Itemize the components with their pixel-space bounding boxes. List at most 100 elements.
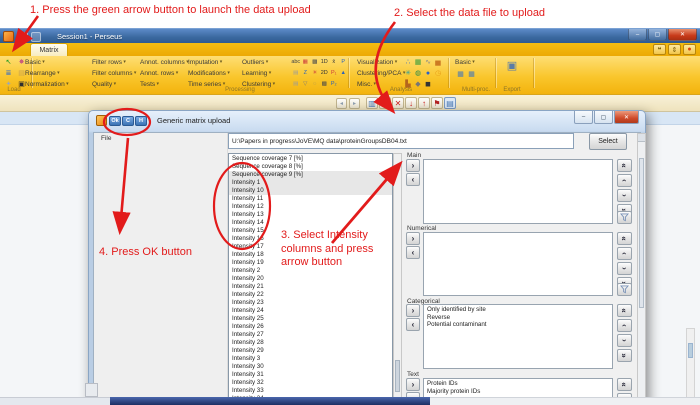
columns-scrollbar[interactable] [393, 153, 402, 405]
categorical-move-up-icon[interactable] [617, 319, 632, 332]
profile-plot-icon[interactable]: ∿ [423, 57, 433, 68]
column-list-item[interactable]: Intensity 29 [229, 347, 392, 355]
ribbon-dropdown[interactable]: Filter columns [92, 68, 140, 79]
ribbon-dropdown[interactable]: Filter rows [92, 57, 140, 68]
resize-ribbon-icon[interactable]: ⇕ [668, 44, 681, 55]
column-list-item[interactable]: Sequence coverage 7 [%] [229, 155, 392, 163]
file-path-input[interactable] [228, 133, 574, 149]
bar-chart-icon[interactable]: ▅ [433, 57, 443, 68]
file-menu[interactable]: File [101, 135, 111, 142]
ribbon-dropdown[interactable]: Modifications [188, 68, 242, 79]
categorical-move-top-icon[interactable] [617, 304, 632, 317]
main-filter-icon[interactable] [617, 211, 632, 224]
column-list-item[interactable]: Sequence coverage 8 [%] [229, 163, 392, 171]
text-add-arrow-button[interactable] [406, 378, 420, 391]
panel-item[interactable]: Only identified by site [424, 306, 612, 314]
abc-annot-icon[interactable]: abc [291, 57, 301, 68]
pathway-icon[interactable]: ◆ [413, 79, 423, 90]
column-list-item[interactable]: Intensity 10 [229, 187, 392, 195]
categorical-move-down-icon[interactable] [617, 334, 632, 347]
numerical-filter-icon[interactable] [617, 283, 632, 296]
move-down-icon[interactable]: ↓ [405, 97, 417, 109]
column-list-item[interactable]: Intensity 12 [229, 203, 392, 211]
main-move-down-icon[interactable] [617, 189, 632, 202]
column-list-item[interactable]: Intensity 33 [229, 387, 392, 395]
numerical-add-arrow-button[interactable] [406, 232, 420, 245]
column-list-item[interactable]: Intensity 27 [229, 331, 392, 339]
perseus-app-icon[interactable] [3, 31, 14, 42]
ribbon-dropdown[interactable]: Visualization [357, 57, 405, 68]
minimize-icon[interactable] [628, 29, 647, 41]
tab-matrix[interactable]: Matrix [30, 43, 68, 56]
column-list-item[interactable]: Sequence coverage 9 [%] [229, 171, 392, 179]
dialog-minimize-icon[interactable] [574, 111, 593, 124]
categorical-remove-arrow-button[interactable] [406, 318, 420, 331]
p-value-icon[interactable]: P [339, 57, 349, 68]
close-icon[interactable] [668, 29, 697, 41]
dark-block-icon[interactable]: ◼ [423, 79, 433, 90]
column-list-item[interactable]: Intensity 20 [229, 275, 392, 283]
numerical-move-up-icon[interactable] [617, 247, 632, 260]
ribbon-dropdown[interactable]: Learning [242, 68, 298, 79]
main-add-arrow-button[interactable] [406, 159, 420, 172]
generic-matrix-upload-icon[interactable]: ↖ [2, 57, 15, 68]
multi-grid-2-icon[interactable]: ▦ [466, 69, 477, 80]
column-list-item[interactable]: Intensity 23 [229, 299, 392, 307]
mean-icon[interactable]: x̄ [329, 57, 339, 68]
panel-item[interactable]: Potential contaminant [424, 321, 612, 329]
pan-hand-icon[interactable]: ✱ [379, 97, 391, 109]
scatter-plot-icon[interactable]: ∴ [403, 57, 413, 68]
z-score-icon[interactable]: Z [301, 68, 311, 79]
perseus-mini-icon[interactable]: ● [683, 44, 696, 55]
column-list-item[interactable]: Intensity 31 [229, 371, 392, 379]
column-list-item[interactable]: Intensity 32 [229, 379, 392, 387]
ribbon-dropdown[interactable]: Rearrange [25, 68, 92, 79]
numerical-move-top-icon[interactable] [617, 232, 632, 245]
categorical-move-bottom-icon[interactable] [617, 349, 632, 362]
ribbon-dropdown[interactable]: Basic [25, 57, 92, 68]
categorical-box[interactable]: Only identified by siteReversePotential … [423, 304, 613, 369]
ribbon-dropdown[interactable]: Quality [92, 79, 140, 90]
column-list-item[interactable]: Intensity 24 [229, 307, 392, 315]
dialog-scrollbar[interactable] [637, 133, 646, 405]
heatmap-small-icon[interactable]: ▦ [301, 57, 311, 68]
delete-row-icon[interactable]: ✕ [392, 97, 404, 109]
network-teal-icon[interactable]: ✳ [403, 68, 413, 79]
panel-item[interactable]: Reverse [424, 314, 612, 322]
select-button[interactable]: Select [589, 133, 627, 150]
pin-red-icon[interactable]: ⚑ [431, 97, 443, 109]
move-up-icon[interactable]: ↑ [418, 97, 430, 109]
ribbon-dropdown[interactable]: Imputation [188, 57, 242, 68]
table-edit-icon[interactable]: ▥ [366, 97, 378, 109]
dialog-ok-cancel-help-button[interactable]: H [135, 116, 147, 126]
panel-item[interactable]: Protein IDs [424, 380, 612, 388]
ribbon-dropdown[interactable]: Annot. columns [140, 57, 188, 68]
two-d-icon[interactable]: 2D [320, 68, 330, 79]
heatmap-green-icon[interactable]: ▦ [413, 57, 423, 68]
scrollbar-thumb[interactable] [395, 360, 400, 392]
numerical-box[interactable] [423, 232, 613, 296]
column-list-item[interactable]: Intensity 30 [229, 363, 392, 371]
list-rows-icon[interactable]: ≣ [2, 68, 15, 79]
doc-gray2-icon[interactable]: ▤ [291, 79, 301, 90]
funnel-small-icon[interactable]: ▽ [301, 79, 311, 90]
taskbar-window-button[interactable] [110, 397, 430, 405]
one-d-icon[interactable]: 1D [320, 57, 330, 68]
numerical-remove-arrow-button[interactable] [406, 246, 420, 259]
globe-icon[interactable]: ◍ [413, 68, 423, 79]
column-list-item[interactable]: Intensity 1 [229, 179, 392, 187]
column-list-item[interactable]: Intensity 26 [229, 323, 392, 331]
column-list-item[interactable]: Intensity 14 [229, 219, 392, 227]
grid-dark-icon[interactable]: ▩ [310, 57, 320, 68]
ribbon-dropdown[interactable]: Basic [455, 57, 475, 68]
ribbon-dropdown[interactable]: Annot. rows [140, 68, 188, 79]
maximize-icon[interactable] [648, 29, 667, 41]
feedback-icon[interactable]: ❝ [653, 44, 666, 55]
ribbon-dropdown[interactable]: Clustering/PCA [357, 68, 405, 79]
column-list-item[interactable]: Intensity 3 [229, 355, 392, 363]
p2-blue-icon[interactable]: P₂ [329, 79, 339, 90]
ribbon-dropdown[interactable]: Outliers [242, 57, 298, 68]
dialog-maximize-icon[interactable] [594, 111, 613, 124]
network-red-icon[interactable]: ✳ [310, 68, 320, 79]
doc-gray-icon[interactable]: ▤ [291, 68, 301, 79]
